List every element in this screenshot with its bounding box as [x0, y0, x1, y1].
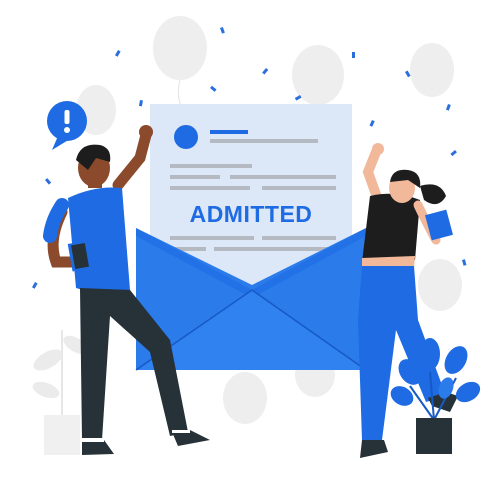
- admitted-title: ADMITTED: [190, 201, 313, 227]
- letter-logo: [174, 125, 198, 149]
- admission-illustration: ADMITTED: [32, 16, 481, 458]
- exclamation-icon: [47, 101, 87, 150]
